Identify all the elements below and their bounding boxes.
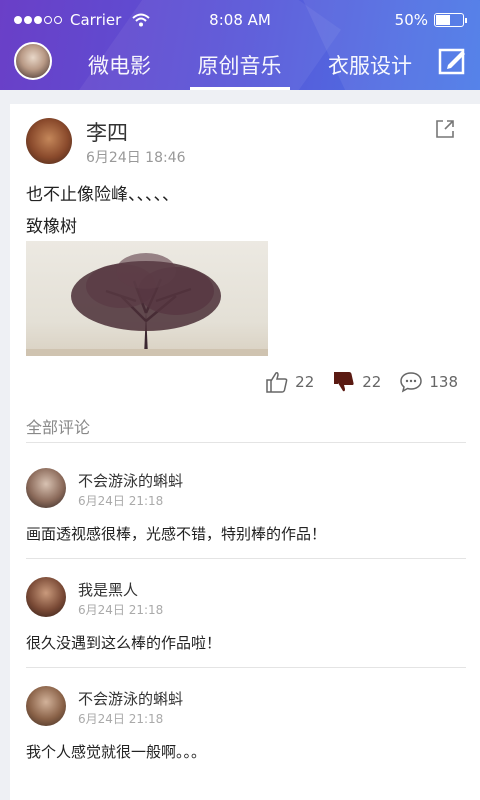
post-card: 李四 6月24日 18:46 也不止像险峰、、、、、 致橡树 22 22 138… — [10, 104, 480, 800]
commenter-avatar[interactable] — [26, 468, 66, 508]
comment-text: 我个人感觉就很一般啊。。。 — [26, 743, 207, 761]
tab-micro-film[interactable]: 微电影 — [80, 46, 159, 90]
like-button[interactable]: 22 — [265, 370, 314, 394]
status-bar: Carrier 8:08 AM 50% — [0, 0, 480, 40]
post-text: 致橡树 — [26, 217, 77, 237]
comment-timestamp: 6月24日 21:18 — [78, 603, 164, 617]
battery-icon — [434, 13, 467, 27]
divider — [26, 667, 466, 668]
comment-item: 不会游泳的蝌蚪 6月24日 21:18 我个人感觉就很一般啊。。。 — [26, 686, 466, 795]
battery-percent: 50% — [394, 11, 428, 29]
commenter-name[interactable]: 我是黑人 — [78, 579, 138, 600]
comment-item: 不会游泳的蝌蚪 6月24日 21:18 画面透视感很棒，光感不错，特别棒的作品！ — [26, 468, 466, 577]
battery-indicator: 50% — [394, 11, 467, 29]
comment-text: 画面透视感很棒，光感不错，特别棒的作品！ — [26, 525, 327, 543]
commenter-avatar[interactable] — [26, 686, 66, 726]
comments-section-title: 全部评论 — [26, 418, 91, 437]
tab-clothing-design[interactable]: 衣服设计 — [320, 46, 420, 90]
author-name[interactable]: 李四 — [86, 117, 128, 147]
thumbs-up-icon — [266, 372, 288, 393]
app-header: Carrier 8:08 AM 50% 微电影 原创音乐 衣服设计 — [0, 0, 480, 90]
tab-original-music[interactable]: 原创音乐 — [189, 46, 290, 90]
comment-timestamp: 6月24日 21:18 — [78, 712, 164, 726]
dislike-button[interactable]: 22 — [332, 370, 381, 394]
commenter-name[interactable]: 不会游泳的蝌蚪 — [78, 470, 183, 491]
share-icon[interactable] — [434, 118, 456, 140]
comment-button[interactable]: 138 — [399, 371, 458, 393]
commenter-avatar[interactable] — [26, 577, 66, 617]
post-timestamp: 6月24日 18:46 — [86, 150, 186, 166]
comment-count: 138 — [429, 373, 458, 391]
author-avatar[interactable] — [26, 118, 72, 164]
post-text: 也不止像险峰、、、、、 — [26, 185, 179, 205]
user-avatar[interactable] — [14, 42, 52, 80]
comment-item: 我是黑人 6月24日 21:18 很久没遇到这么棒的作品啦！ — [26, 577, 466, 686]
compose-icon[interactable] — [438, 46, 468, 76]
comment-bubble-icon — [400, 372, 423, 393]
divider — [26, 442, 466, 443]
comment-timestamp: 6月24日 21:18 — [78, 494, 164, 508]
dislike-count: 22 — [362, 373, 382, 391]
post-image-tree[interactable] — [26, 241, 268, 356]
like-count: 22 — [295, 373, 315, 391]
commenter-name[interactable]: 不会游泳的蝌蚪 — [78, 688, 183, 709]
post-actions: 22 22 138 — [247, 370, 458, 394]
comment-text: 很久没遇到这么棒的作品啦！ — [26, 634, 222, 652]
category-tabs: 微电影 原创音乐 衣服设计 — [80, 46, 420, 90]
thumbs-down-icon — [334, 372, 354, 392]
divider — [26, 558, 466, 559]
